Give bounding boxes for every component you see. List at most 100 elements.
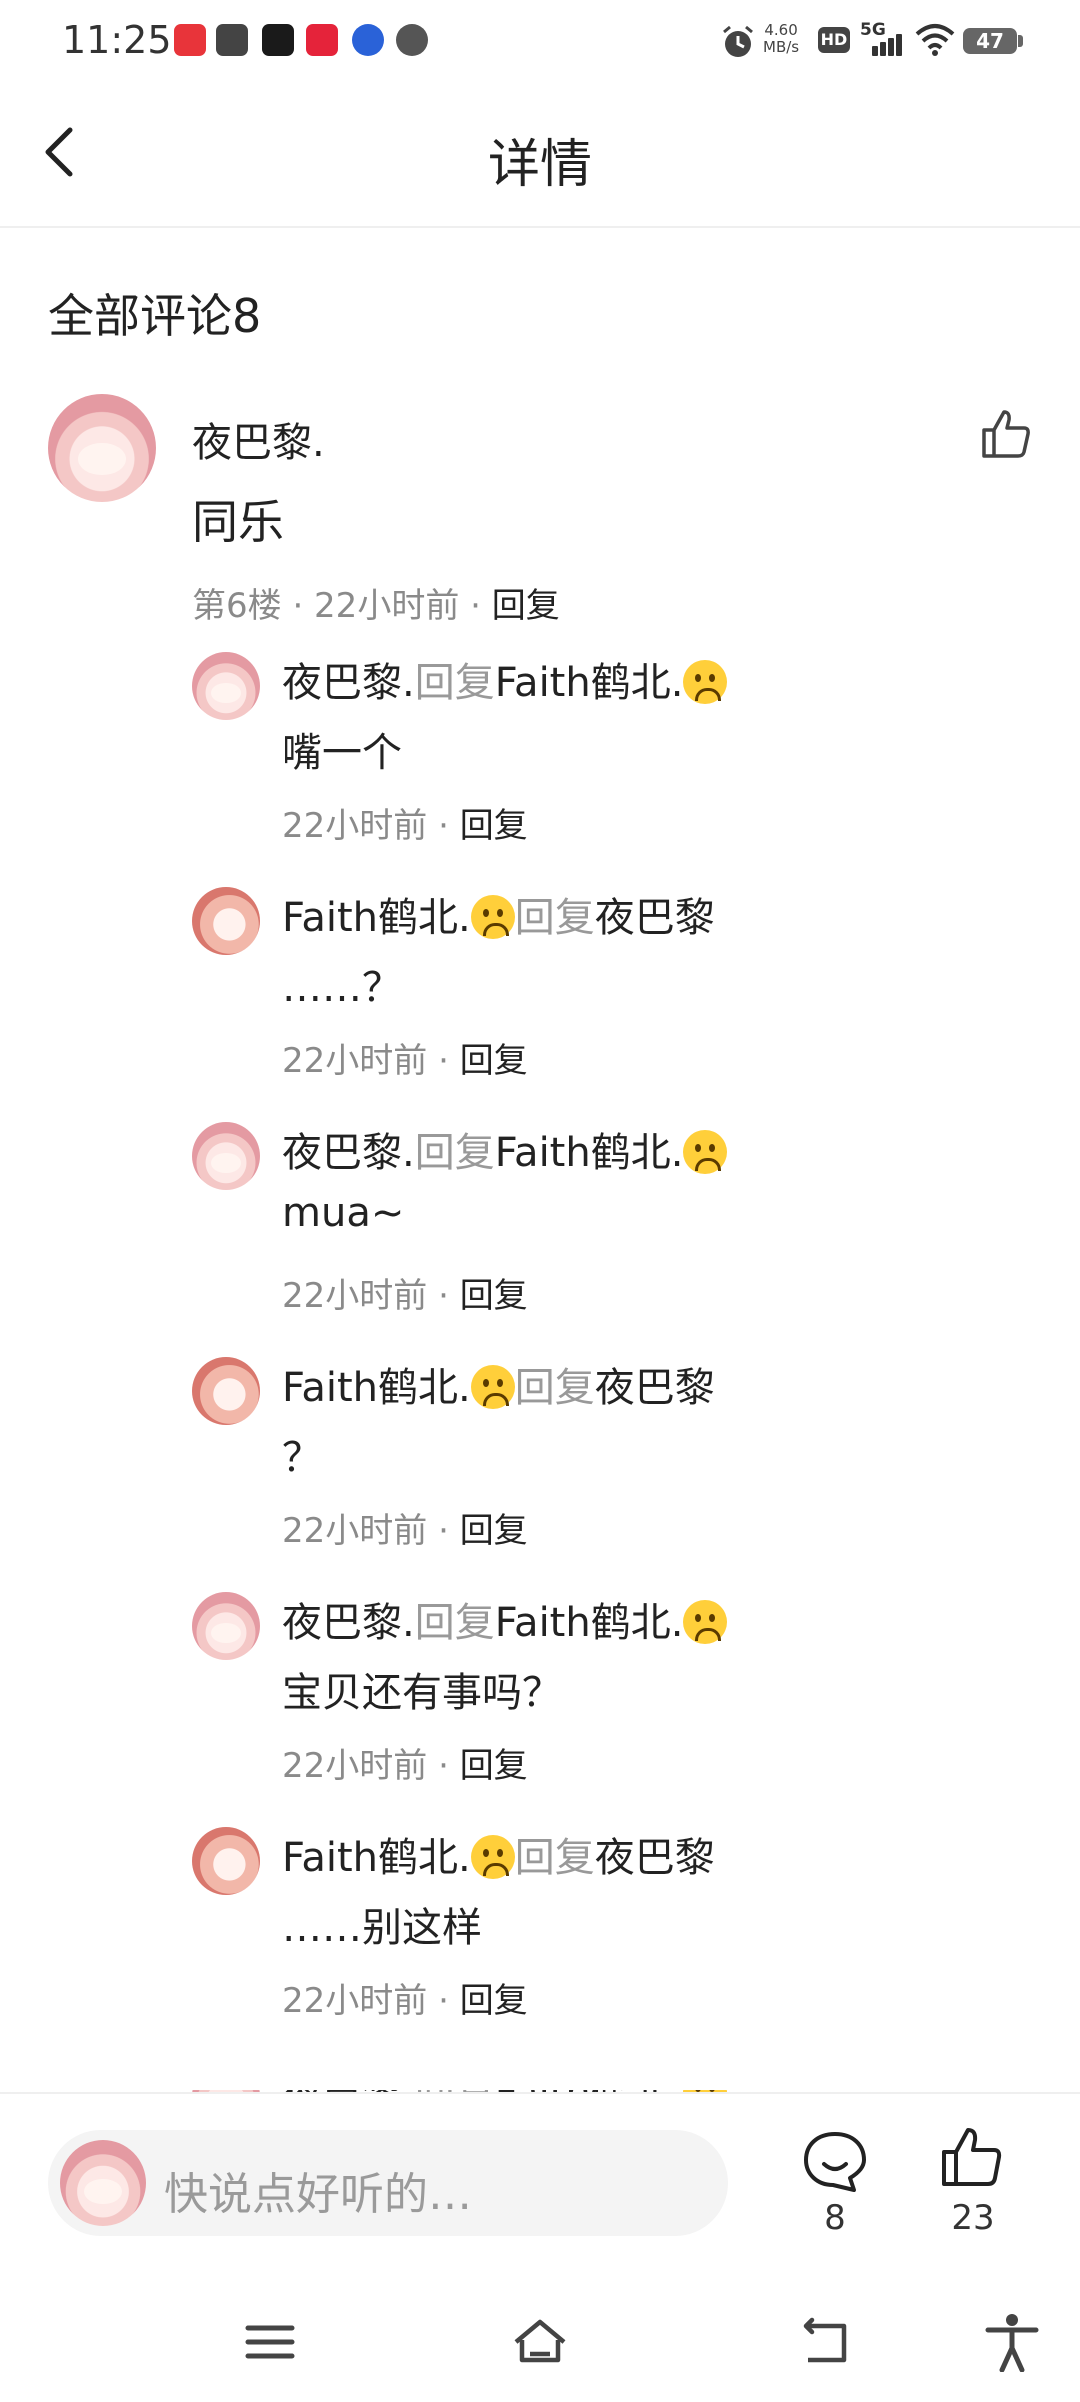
accessibility-icon[interactable] <box>982 2312 1042 2372</box>
reply-time: 22小时前 · <box>282 1041 460 1081</box>
reply-text: ……？ <box>282 965 402 1011</box>
reply-time: 22小时前 · <box>282 1511 460 1551</box>
baidu-notification-icon <box>352 24 384 56</box>
reply-meta: 22小时前 · 回复 <box>282 798 528 847</box>
reply-meta: 22小时前 · 回复 <box>282 1973 528 2022</box>
video-notification-icon <box>262 24 294 56</box>
reply-item: Faith鹤北. 回复夜巴黎？ 22小时前 · 回复 <box>190 1357 1080 1593</box>
input-placeholder: 快说点好听的… <box>164 2169 472 2220</box>
reply-target[interactable]: 夜巴黎 <box>595 895 715 941</box>
reply-text: 宝贝还有事吗？ <box>282 1670 562 1716</box>
reply-button[interactable]: 回复 <box>460 1746 528 1786</box>
sad-face-emoji-icon <box>470 895 515 939</box>
reply-header: 夜巴黎.回复Faith鹤北. <box>282 650 922 708</box>
reply-text: ……别这样 <box>282 1905 482 1951</box>
reply-button[interactable]: 回复 <box>492 586 560 626</box>
alarm-icon <box>723 25 753 57</box>
thumbs-up-icon[interactable] <box>938 2126 1008 2190</box>
reply-author[interactable]: 夜巴黎. <box>282 660 415 706</box>
reply-avatar[interactable] <box>192 1827 260 1895</box>
reply-header: 夜巴黎.回复Faith鹤北. <box>282 1120 922 1178</box>
page-title: 详情 <box>487 135 592 195</box>
compass-notification-icon <box>396 24 428 56</box>
commenter-name[interactable]: 夜巴黎. <box>192 410 325 468</box>
reply-author[interactable]: Faith鹤北. <box>282 1835 471 1881</box>
comment-icon[interactable] <box>800 2130 870 2194</box>
reply-author[interactable]: Faith鹤北. <box>282 1365 471 1411</box>
reply-author[interactable]: 夜巴黎. <box>282 1130 415 1176</box>
comment-count: 8 <box>824 2198 846 2238</box>
reply-item: 夜巴黎.回复Faith鹤北. 嘴一个 22小时前 · 回复 <box>190 652 1080 888</box>
bottom-bar: 快说点好听的… 8 23 <box>0 2092 1080 2402</box>
reply-meta: 22小时前 · 回复 <box>282 1503 528 1552</box>
reply-time: 22小时前 · <box>282 806 460 846</box>
mail-notification-icon <box>216 24 248 56</box>
reply-header: Faith鹤北. 回复夜巴黎 <box>282 1355 922 1413</box>
reply-target[interactable]: Faith鹤北. <box>495 1130 684 1176</box>
menu-nav-icon[interactable] <box>240 2312 300 2372</box>
reply-word: 回复 <box>414 660 495 706</box>
reply-avatar[interactable] <box>192 652 260 720</box>
reply-time: 22小时前 · <box>282 1746 460 1786</box>
reply-button[interactable]: 回复 <box>460 1511 528 1551</box>
commenter-avatar[interactable] <box>48 394 156 502</box>
battery-indicator: 47 <box>963 28 1017 54</box>
app-notification-icon <box>174 24 206 56</box>
comment-text: 同乐 <box>192 495 284 549</box>
comments-section-title: 全部评论8 <box>48 289 262 343</box>
reply-target[interactable]: 夜巴黎 <box>595 1365 715 1411</box>
sad-face-emoji-icon <box>470 1835 515 1879</box>
reply-button[interactable]: 回复 <box>460 806 528 846</box>
reply-target[interactable]: Faith鹤北. <box>495 660 684 706</box>
reply-avatar[interactable] <box>192 1357 260 1425</box>
reply-button[interactable]: 回复 <box>460 1041 528 1081</box>
reply-word: 回复 <box>514 895 595 941</box>
reply-header: Faith鹤北. 回复夜巴黎 <box>282 1825 922 1883</box>
reply-author[interactable]: 夜巴黎. <box>282 1600 415 1646</box>
reply-text: 嘴一个 <box>282 730 402 776</box>
reply-target[interactable]: Faith鹤北. <box>495 1600 684 1646</box>
shop-notification-icon <box>306 24 338 56</box>
floor-and-time: 第6楼 · 22小时前 · <box>192 586 492 626</box>
reply-avatar[interactable] <box>192 1592 260 1660</box>
back-nav-icon[interactable] <box>796 2312 856 2372</box>
wifi-icon <box>915 24 955 56</box>
main-comment: 夜巴黎. 同乐 第6楼 · 22小时前 · 回复 <box>0 380 1080 640</box>
like-count: 23 <box>951 2198 995 2238</box>
reply-item: 夜巴黎.回复Faith鹤北. 宝贝还有事吗？ 22小时前 · 回复 <box>190 1592 1080 1828</box>
sad-face-emoji-icon <box>683 1600 728 1644</box>
status-time: 11:25 <box>62 18 172 62</box>
reply-header: Faith鹤北. 回复夜巴黎 <box>282 885 922 943</box>
reply-item: Faith鹤北. 回复夜巴黎……？ 22小时前 · 回复 <box>190 887 1080 1123</box>
reply-avatar[interactable] <box>192 1122 260 1190</box>
header: 详情 <box>0 86 1080 228</box>
reply-time: 22小时前 · <box>282 1981 460 2021</box>
reply-button[interactable]: 回复 <box>460 1276 528 1316</box>
cellular-signal-icon: 5G <box>860 20 904 56</box>
my-avatar <box>60 2140 146 2226</box>
reply-target[interactable]: 夜巴黎 <box>595 1835 715 1881</box>
reply-author[interactable]: Faith鹤北. <box>282 895 471 941</box>
sad-face-emoji-icon <box>683 660 728 704</box>
reply-button[interactable]: 回复 <box>460 1981 528 2021</box>
reply-avatar[interactable] <box>192 887 260 955</box>
reply-meta: 22小时前 · 回复 <box>282 1033 528 1082</box>
like-icon[interactable] <box>978 406 1034 462</box>
reply-item: 夜巴黎.回复Faith鹤北. mua~ 22小时前 · 回复 <box>190 1122 1080 1358</box>
list-clip-edge <box>0 2060 1080 2090</box>
reply-time: 22小时前 · <box>282 1276 460 1316</box>
reply-meta: 22小时前 · 回复 <box>282 1268 528 1317</box>
reply-word: 回复 <box>514 1365 595 1411</box>
reply-text: ？ <box>282 1435 322 1481</box>
home-nav-icon[interactable] <box>510 2312 570 2372</box>
reply-word: 回复 <box>414 1130 495 1176</box>
comment-meta: 第6楼 · 22小时前 · 回复 <box>192 578 560 627</box>
reply-header: 夜巴黎.回复Faith鹤北. <box>282 1590 922 1648</box>
hd-icon: HD <box>818 27 850 53</box>
reply-word: 回复 <box>414 1600 495 1646</box>
comment-input[interactable]: 快说点好听的… <box>48 2130 728 2236</box>
network-speed: 4.60 MB/s <box>763 21 800 56</box>
battery-tip <box>1018 35 1023 47</box>
reply-item: Faith鹤北. 回复夜巴黎 ……别这样 22小时前 · 回复 <box>190 1827 1080 2063</box>
sad-face-emoji-icon <box>683 1130 728 1174</box>
